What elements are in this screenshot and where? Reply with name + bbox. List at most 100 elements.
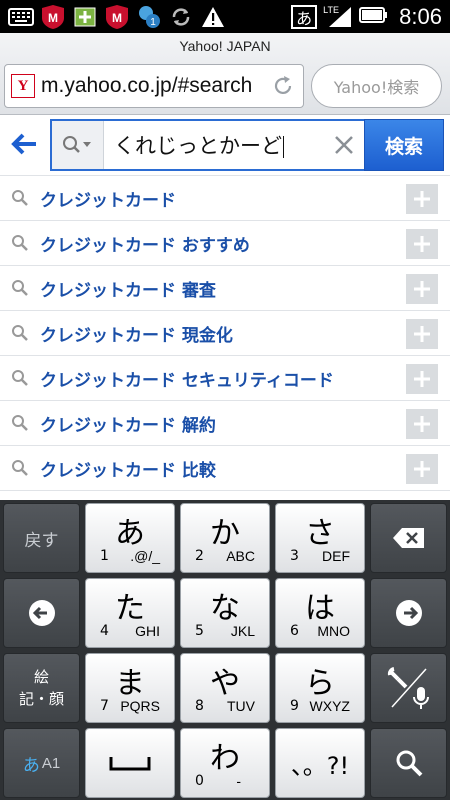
- search-button[interactable]: 検索: [364, 119, 444, 171]
- system-status: あ LTE 8:06: [291, 4, 450, 30]
- lte-signal-icon: LTE: [323, 5, 353, 29]
- add-to-query-icon[interactable]: [406, 229, 438, 259]
- undo-label: 戻す: [24, 530, 59, 551]
- status-bar: M M 1 あ LTE 8:06: [0, 0, 450, 33]
- notification-area: M M 1: [0, 4, 291, 29]
- suggestion-label: クレジットカード 現金化: [40, 325, 233, 346]
- backspace-icon: [392, 528, 424, 548]
- search-icon: [0, 459, 40, 477]
- kana-key-wa[interactable]: わ 0 -: [180, 728, 270, 798]
- add-to-query-icon[interactable]: [406, 184, 438, 214]
- add-to-query-icon[interactable]: [406, 454, 438, 484]
- page-title: Yahoo! JAPAN: [179, 38, 271, 54]
- cursor-left-key[interactable]: [3, 578, 80, 648]
- arrow-right-icon: [395, 600, 422, 626]
- suggestion-item[interactable]: クレジットカード: [0, 175, 450, 220]
- reload-icon[interactable]: [269, 72, 297, 100]
- cursor-right-key[interactable]: [370, 578, 447, 648]
- key-main: か: [210, 516, 240, 551]
- kana-key-sa[interactable]: さ 3 DEF: [275, 503, 365, 573]
- search-type-dropdown[interactable]: [52, 121, 104, 169]
- key-alpha: TUV: [227, 698, 255, 714]
- key-main: さ: [305, 516, 335, 551]
- svg-text:M: M: [48, 11, 58, 25]
- key-main: あ: [115, 516, 145, 551]
- key-alpha: JKL: [230, 623, 255, 639]
- kana-key-ra[interactable]: ら 9 WXYZ: [275, 653, 365, 723]
- emoji-symbol-key[interactable]: 絵 記・顔: [3, 653, 80, 723]
- add-to-query-icon[interactable]: [406, 274, 438, 304]
- key-number: 3: [290, 548, 299, 564]
- key-alpha: WXYZ: [309, 698, 350, 714]
- suggestion-item[interactable]: クレジットカード 現金化: [0, 310, 450, 355]
- add-to-query-icon[interactable]: [406, 319, 438, 349]
- suggestion-item[interactable]: クレジットカード 比較: [0, 445, 450, 490]
- key-main: は: [305, 591, 335, 626]
- space-key[interactable]: [85, 728, 175, 798]
- kana-key-ka[interactable]: か 2 ABC: [180, 503, 270, 573]
- url-bar[interactable]: Y m.yahoo.co.jp/#search: [4, 64, 304, 108]
- add-to-query-icon[interactable]: [406, 409, 438, 439]
- search-enter-key[interactable]: [370, 728, 447, 798]
- kana-key-ha[interactable]: は 6 MNO: [275, 578, 365, 648]
- url-row: Y m.yahoo.co.jp/#search Yahoo!検索: [0, 61, 450, 111]
- suggestion-label: クレジットカード セキュリティコード: [40, 370, 334, 391]
- suggestion-item-partial[interactable]: [0, 490, 450, 500]
- suggestion-item[interactable]: クレジットカード 解約: [0, 400, 450, 445]
- suggestion-label: クレジットカード おすすめ: [40, 235, 250, 256]
- add-to-query-icon[interactable]: [406, 364, 438, 394]
- key-main: た: [115, 591, 145, 626]
- punctuation-key[interactable]: 、。?!: [275, 728, 365, 798]
- key-number: 5: [195, 623, 204, 639]
- search-icon: [0, 414, 40, 432]
- key-number: 7: [100, 698, 109, 714]
- sync-icon: [168, 5, 194, 29]
- search-query-text[interactable]: くれじっとかーど: [104, 130, 322, 160]
- url-text[interactable]: m.yahoo.co.jp/#search: [41, 74, 269, 98]
- search-icon: [396, 750, 422, 777]
- mode-alnum-label: A1: [41, 754, 61, 772]
- key-alpha: PQRS: [120, 698, 160, 714]
- search-query-value: くれじっとかーど: [114, 134, 282, 158]
- suggestion-label: クレジットカード 審査: [40, 280, 216, 301]
- kana-key-ya[interactable]: や 8 TUV: [180, 653, 270, 723]
- add-icon: [72, 5, 98, 29]
- backspace-key[interactable]: [370, 503, 447, 573]
- settings-voice-key[interactable]: [370, 653, 447, 723]
- back-arrow-icon[interactable]: [10, 129, 40, 159]
- warning-icon: [200, 5, 226, 29]
- key-number: 1: [100, 548, 109, 564]
- keyboard-icon: [8, 5, 34, 29]
- browser-search-box[interactable]: Yahoo!検索: [311, 64, 442, 108]
- suggestion-label: クレジットカード: [40, 190, 176, 211]
- arrow-left-icon: [28, 600, 55, 626]
- kana-key-ma[interactable]: ま 7 PQRS: [85, 653, 175, 723]
- input-mode-key[interactable]: あ A1: [3, 728, 80, 798]
- suggestion-item[interactable]: クレジットカード 審査: [0, 265, 450, 310]
- suggestion-item[interactable]: クレジットカード おすすめ: [0, 220, 450, 265]
- kana-key-na[interactable]: な 5 JKL: [180, 578, 270, 648]
- kana-key-ta[interactable]: た 4 GHI: [85, 578, 175, 648]
- mode-kana-label: あ: [22, 755, 40, 776]
- punctuation-label: 、。?!: [290, 751, 350, 780]
- search-input[interactable]: くれじっとかーど: [50, 119, 366, 171]
- kana-key-a[interactable]: あ 1 .@/_: [85, 503, 175, 573]
- soft-keyboard: 戻す あ 1 .@/_ か 2 ABC さ 3 DEF た 4 GHI な 5 …: [0, 500, 450, 800]
- ime-indicator: あ: [291, 4, 318, 29]
- svg-text:M: M: [112, 11, 122, 25]
- key-alpha: DEF: [322, 548, 350, 564]
- key-number: 9: [290, 698, 299, 714]
- key-main: な: [210, 591, 240, 626]
- clear-icon[interactable]: [322, 121, 366, 169]
- search-icon: [0, 189, 40, 207]
- search-icon: [0, 369, 40, 387]
- browser-toolbar: Yahoo! JAPAN Y m.yahoo.co.jp/#search Yah…: [0, 33, 450, 115]
- search-icon: [62, 136, 91, 153]
- notification-icon: 1: [136, 5, 162, 29]
- suggestion-label: クレジットカード 解約: [40, 415, 216, 436]
- key-main: や: [210, 666, 240, 701]
- search-header: くれじっとかーど 検索: [0, 115, 450, 175]
- key-number: 6: [290, 623, 299, 639]
- undo-key[interactable]: 戻す: [3, 503, 80, 573]
- suggestion-item[interactable]: クレジットカード セキュリティコード: [0, 355, 450, 400]
